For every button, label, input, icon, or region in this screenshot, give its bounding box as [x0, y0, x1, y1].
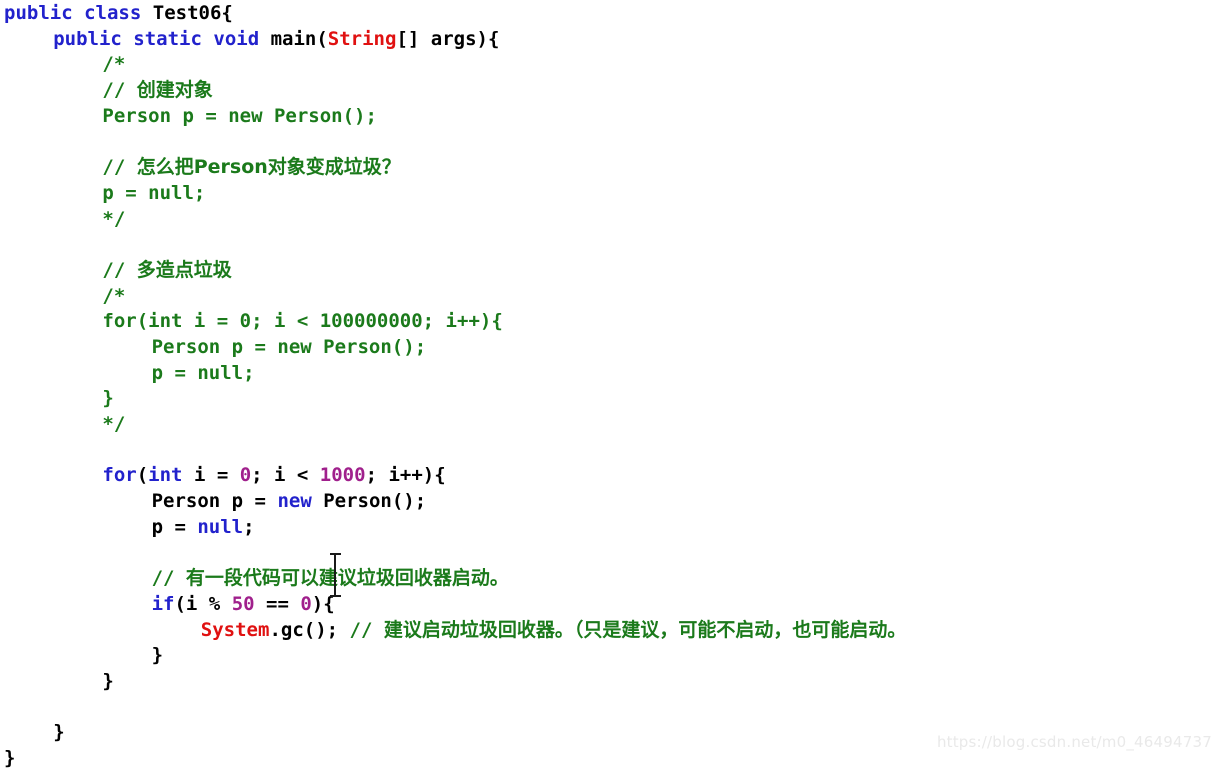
code-token-cmt: */: [102, 207, 126, 230]
code-token-plain: Test06{: [152, 2, 233, 24]
code-token-plain: ; i++){: [365, 464, 446, 487]
code-token-kw: static: [133, 27, 202, 50]
code-token-plain: Person();: [311, 490, 427, 513]
code-line[interactable]: }: [0, 643, 1220, 669]
code-token-cmt: //: [102, 156, 137, 179]
code-line[interactable]: p = null;: [0, 181, 1220, 207]
code-token-plain: (i %: [174, 592, 232, 615]
code-editor-surface[interactable]: public class Test06{public static void m…: [0, 0, 1220, 769]
code-line[interactable]: Person p = new Person();: [0, 104, 1220, 130]
code-line[interactable]: // 创建对象: [0, 78, 1220, 104]
code-token-kw: int: [148, 464, 183, 487]
code-token-cmt-cn: 多造点垃圾: [136, 258, 232, 281]
code-token-cmt: for(int i = 0; i < 100000000; i++){: [102, 310, 503, 333]
code-token-kw: public: [4, 2, 73, 24]
code-token-kw: public: [53, 27, 122, 50]
code-token-cmt-cn: 怎么把Person对象变成垃圾？: [136, 156, 401, 179]
code-line[interactable]: for(int i = 0; i < 1000; i++){: [0, 463, 1220, 489]
code-line[interactable]: public static void main(String[] args){: [0, 27, 1220, 53]
code-token-num: 0: [300, 592, 312, 615]
code-token-cmt: Person p = new Person();: [151, 335, 427, 358]
code-token-cmt: Person p = new Person();: [102, 104, 377, 127]
code-blank-line[interactable]: [0, 540, 1220, 566]
code-token-num: 50: [231, 592, 255, 615]
code-line[interactable]: p = null;: [0, 361, 1220, 387]
code-token-cls: System: [200, 618, 270, 641]
code-line[interactable]: // 怎么把Person对象变成垃圾？: [0, 155, 1220, 181]
code-token-cmt: }: [102, 387, 114, 410]
code-token-plain: }: [102, 669, 114, 692]
code-line[interactable]: // 有一段代码可以建议垃圾回收器启动。: [0, 566, 1220, 592]
code-token-plain: main(: [270, 27, 328, 50]
code-line[interactable]: /*: [0, 52, 1220, 78]
code-token-cmt-cn: 建议启动垃圾回收器。（只是建议，可能不启动，也可能启动。: [383, 618, 907, 641]
code-token-plain: (: [136, 464, 149, 487]
code-token-plain: }: [151, 644, 164, 667]
code-token-cmt: p = null;: [102, 181, 206, 204]
code-line[interactable]: if(i % 50 == 0){: [0, 592, 1220, 618]
code-line[interactable]: p = null;: [0, 515, 1220, 541]
code-line[interactable]: */: [0, 412, 1220, 438]
code-token-plain: ; i <: [251, 464, 320, 487]
code-token-plain: [] args){: [396, 27, 500, 50]
code-token-kw: void: [213, 27, 260, 50]
code-token-cmt: /*: [102, 284, 126, 307]
code-token-cmt: //: [102, 79, 137, 102]
code-token-plain: .gc();: [269, 618, 350, 641]
code-token-kw: for: [102, 464, 137, 487]
code-token-plain: ){: [311, 592, 335, 615]
code-token-cls: String: [327, 27, 397, 50]
code-token-plain: i =: [182, 464, 240, 487]
code-line[interactable]: */: [0, 207, 1220, 233]
code-token-cmt: //: [102, 258, 137, 281]
code-line[interactable]: }: [0, 669, 1220, 695]
code-line[interactable]: // 多造点垃圾: [0, 258, 1220, 284]
code-token-kw: new: [277, 490, 312, 513]
code-line[interactable]: System.gc(); // 建议启动垃圾回收器。（只是建议，可能不启动，也可…: [0, 618, 1220, 644]
code-token-cmt: */: [102, 413, 126, 435]
code-token-kw: class: [84, 2, 142, 24]
code-line[interactable]: }: [0, 386, 1220, 412]
code-blank-line[interactable]: [0, 129, 1220, 155]
code-token-cmt-cn: 创建对象: [136, 79, 213, 102]
code-line[interactable]: /*: [0, 284, 1220, 310]
code-blank-line[interactable]: [0, 695, 1220, 721]
code-token-plain: Person p =: [151, 490, 278, 513]
code-token-cmt: //: [349, 618, 384, 641]
code-token-plain: p =: [151, 515, 198, 538]
code-token-cmt: //: [151, 567, 186, 590]
code-line[interactable]: public class Test06{: [0, 1, 1220, 27]
code-line[interactable]: Person p = new Person();: [0, 489, 1220, 515]
code-line[interactable]: for(int i = 0; i < 100000000; i++){: [0, 309, 1220, 335]
code-token-plain: ;: [243, 515, 255, 538]
code-blank-line[interactable]: [0, 232, 1220, 258]
code-token-kw: null: [197, 515, 244, 538]
code-token-num: 1000: [319, 464, 366, 487]
code-text-area[interactable]: public class Test06{public static void m…: [0, 0, 1220, 772]
watermark-text: https://blog.csdn.net/m0_46494737: [936, 733, 1212, 751]
code-blank-line[interactable]: [0, 438, 1220, 464]
code-token-cmt-cn: 有一段代码可以建议垃圾回收器启动。: [185, 567, 509, 590]
code-token-num: 0: [239, 464, 252, 487]
code-token-cmt: /*: [102, 53, 126, 76]
code-token-plain: }: [53, 721, 65, 744]
code-token-kw: if: [151, 592, 175, 615]
code-token-cmt: p = null;: [151, 361, 255, 384]
code-line[interactable]: Person p = new Person();: [0, 335, 1220, 361]
code-token-plain: ==: [254, 592, 301, 615]
